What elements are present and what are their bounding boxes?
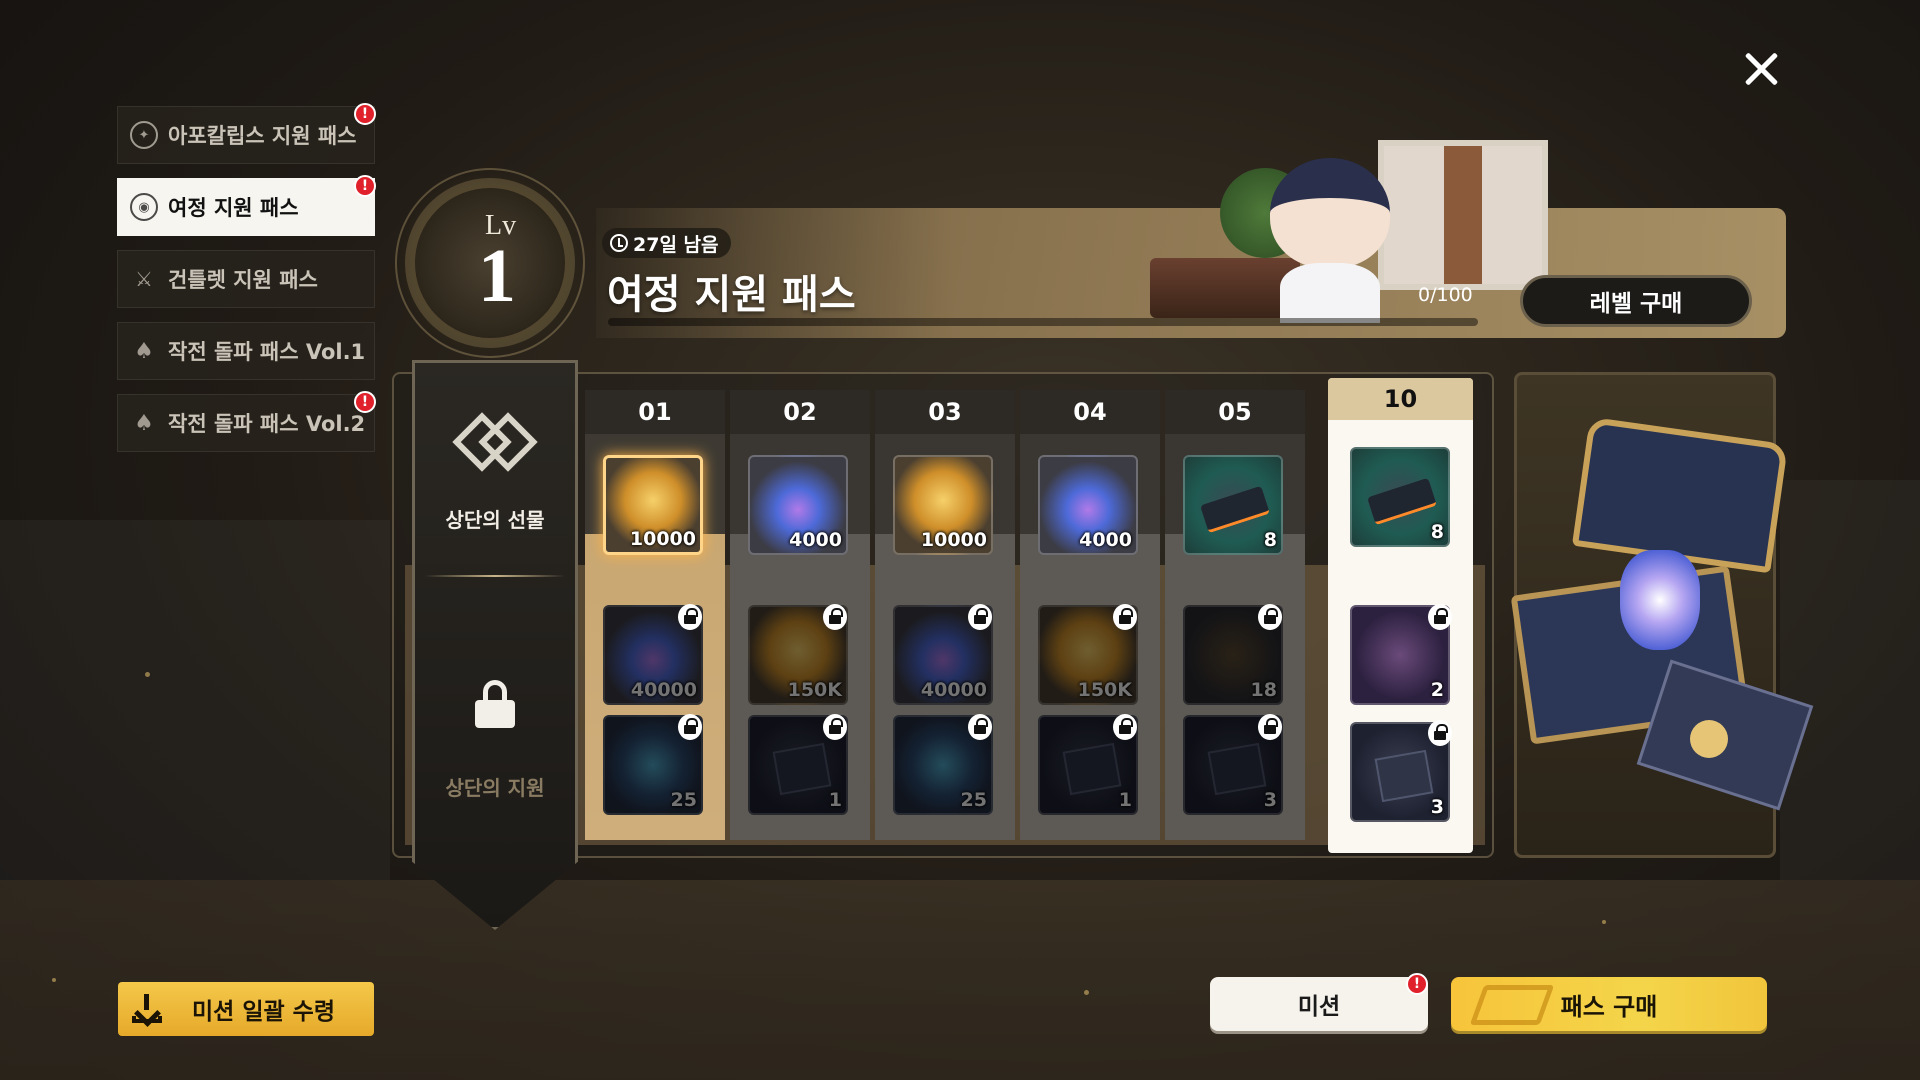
sidebar-item-label: 여정 지원 패스	[168, 196, 299, 220]
gem-icon[interactable]: 8	[1350, 447, 1450, 547]
item-quantity: 10000	[629, 528, 696, 550]
item-quantity: 25	[960, 789, 987, 811]
sidebar-item-label: 작전 돌파 패스 Vol.1	[168, 340, 366, 364]
level-progress-text: 0/100	[1418, 284, 1473, 306]
padlock-icon	[678, 714, 702, 740]
item-quantity: 150K	[787, 679, 842, 701]
item-quantity: 2	[1430, 679, 1444, 701]
page-title: 여정 지원 패스	[607, 272, 856, 318]
gold-coin-icon[interactable]: 10000	[603, 455, 703, 555]
collect-all-missions-button[interactable]: 미션 일괄 수령	[118, 982, 374, 1036]
sidebar-item-operation-pass-vol1[interactable]: ♠ 작전 돌파 패스 Vol.1	[117, 322, 375, 380]
sidebar-item-operation-pass-vol2[interactable]: ♠ 작전 돌파 패스 Vol.2 !	[117, 391, 376, 452]
level-progress-bar	[608, 318, 1478, 326]
item-quantity: 25	[670, 789, 697, 811]
padlock-icon	[1258, 714, 1282, 740]
mission-button-label: 미션	[1297, 994, 1341, 1020]
padlock-icon	[968, 604, 992, 630]
alert-badge: !	[354, 175, 376, 197]
pass-sidebar: ✦ 아포칼립스 지원 패스 ! ◉ 여정 지원 패스 ! ⚔ 건틀렛 지원 패스…	[117, 103, 376, 466]
alert-badge: !	[354, 103, 376, 125]
padlock-icon	[1258, 604, 1282, 630]
item-quantity: 10000	[920, 529, 987, 551]
alert-badge: !	[1406, 973, 1428, 995]
sidebar-item-label: 건틀렛 지원 패스	[168, 268, 318, 292]
column-level: 05	[1165, 390, 1305, 434]
pass-buy-button[interactable]: 패스 구매	[1451, 977, 1767, 1031]
sidebar-item-gauntlet-pass[interactable]: ⚔ 건틀렛 지원 패스	[117, 250, 375, 308]
padlock-icon	[1428, 720, 1452, 746]
level-value: 1	[478, 234, 516, 318]
padlock-icon	[968, 714, 992, 740]
padlock-icon	[823, 604, 847, 630]
pass-emblem-icon	[1469, 985, 1555, 1025]
track-divider	[425, 575, 565, 577]
padlock-icon	[823, 714, 847, 740]
chest-potion	[1620, 550, 1700, 650]
character-illustration	[1150, 128, 1550, 328]
spade-icon: ♠	[134, 338, 154, 364]
item-quantity: 40000	[920, 679, 987, 701]
treasure-chest-illustration	[1510, 416, 1830, 811]
sidebar-item-label: 작전 돌파 패스 Vol.2	[168, 412, 366, 436]
padlock-icon	[1113, 604, 1137, 630]
close-icon[interactable]	[1740, 48, 1782, 90]
emblem-icon	[452, 412, 538, 475]
padlock-icon	[1428, 604, 1452, 630]
download-icon	[132, 994, 162, 1024]
alert-badge: !	[354, 391, 376, 413]
free-track-label: 상단의 선물	[445, 508, 545, 532]
column-level: 01	[585, 390, 725, 434]
item-quantity: 4000	[1079, 529, 1132, 551]
desk-illustration	[1150, 258, 1300, 318]
compass-icon: ✦	[130, 121, 158, 149]
padlock-icon	[678, 604, 702, 630]
pass-buy-label: 패스 구매	[1560, 992, 1658, 1021]
lock-icon	[475, 680, 515, 728]
clock-icon	[610, 234, 628, 252]
potion-icon[interactable]: 4000	[1038, 455, 1138, 555]
column-level: 02	[730, 390, 870, 434]
remaining-time-badge: 27일 남음	[602, 228, 731, 258]
crossed-swords-icon: ⚔	[135, 267, 153, 291]
wax-seal-icon	[1690, 720, 1728, 758]
level-buy-button[interactable]: 레벨 구매	[1520, 275, 1752, 327]
potion-icon[interactable]: 4000	[748, 455, 848, 555]
item-quantity: 8	[1430, 521, 1444, 543]
column-level: 10	[1328, 378, 1473, 420]
padlock-icon	[1113, 714, 1137, 740]
item-quantity: 1	[828, 789, 842, 811]
background-spark	[1084, 990, 1089, 995]
remaining-time-text: 27일 남음	[633, 233, 719, 256]
character-head	[1270, 158, 1390, 268]
background-spark	[145, 672, 150, 677]
item-quantity: 4000	[789, 529, 842, 551]
item-quantity: 1	[1118, 789, 1132, 811]
sidebar-item-apocalypse-pass[interactable]: ✦ 아포칼립스 지원 패스 !	[117, 103, 376, 164]
background-spark	[52, 978, 56, 982]
gold-coin-icon[interactable]: 10000	[893, 455, 993, 555]
item-quantity: 8	[1263, 529, 1277, 551]
gem-icon[interactable]: 8	[1183, 455, 1283, 555]
sidebar-item-journey-pass[interactable]: ◉ 여정 지원 패스 !	[117, 175, 376, 236]
window-illustration	[1378, 140, 1548, 290]
item-quantity: 3	[1430, 796, 1444, 818]
column-level: 03	[875, 390, 1015, 434]
spade-icon: ♠	[134, 410, 154, 436]
item-quantity: 3	[1263, 789, 1277, 811]
premium-track-label: 상단의 지원	[445, 776, 545, 800]
item-quantity: 40000	[630, 679, 697, 701]
sidebar-item-label: 아포칼립스 지원 패스	[168, 124, 357, 148]
item-quantity: 150K	[1077, 679, 1132, 701]
column-level: 04	[1020, 390, 1160, 434]
collect-all-label: 미션 일괄 수령	[192, 999, 335, 1025]
background-building-left	[0, 520, 390, 880]
mission-button[interactable]: 미션 !	[1210, 973, 1428, 1031]
eye-icon: ◉	[130, 193, 158, 221]
background-spark	[1602, 920, 1606, 924]
character-body	[1280, 263, 1380, 323]
chest-lid	[1571, 416, 1789, 574]
item-quantity: 18	[1250, 679, 1277, 701]
